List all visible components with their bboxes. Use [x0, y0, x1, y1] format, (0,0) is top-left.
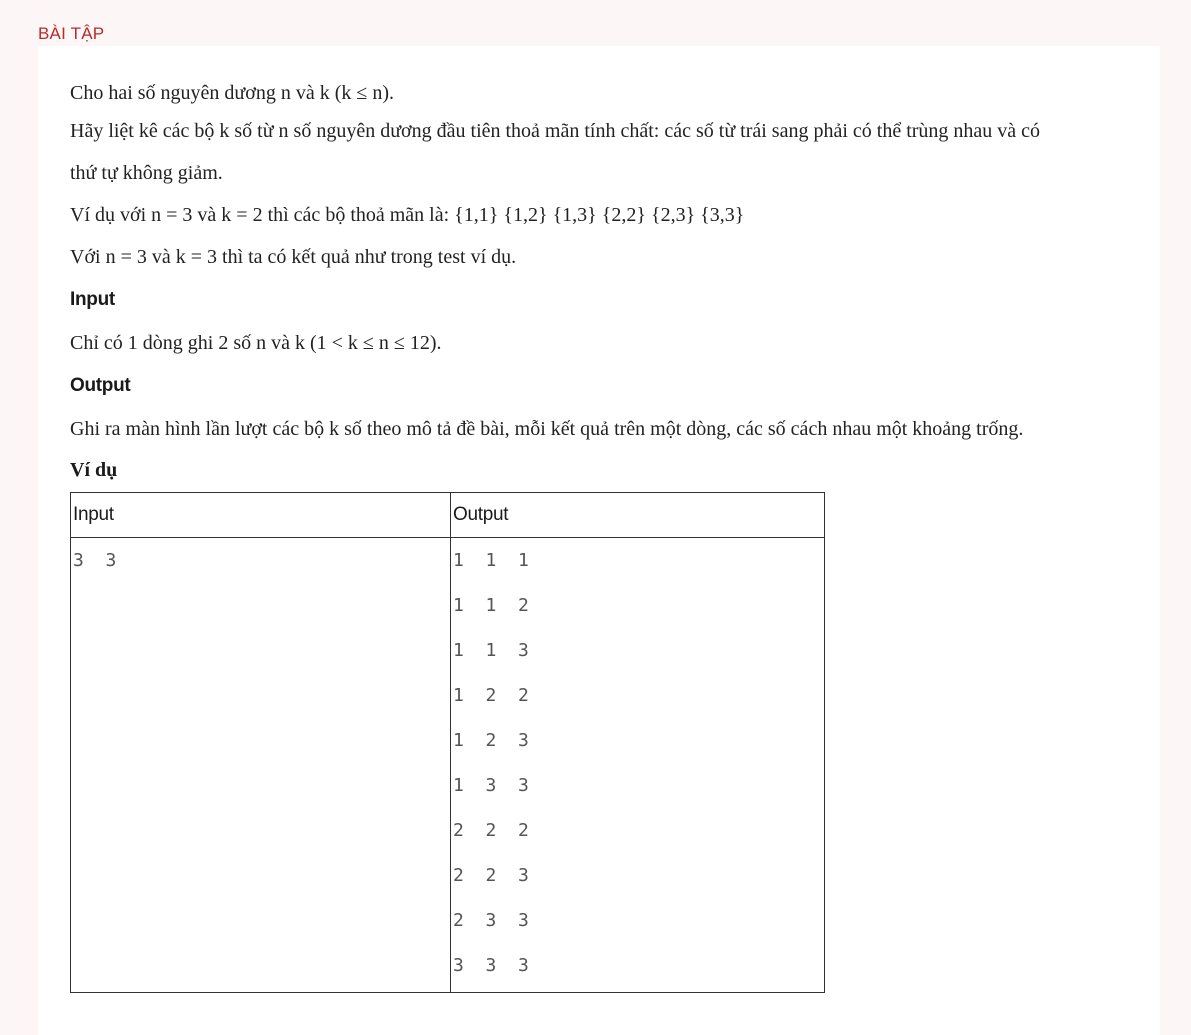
example-output-line: 1 1 3 [453, 640, 529, 661]
problem-example-note: Với n = 3 và k = 3 thì ta có kết quả như… [70, 246, 517, 268]
example-output-line: 1 1 2 [453, 595, 529, 616]
example-input-header: Input [70, 492, 451, 538]
example-heading: Ví dụ [70, 459, 118, 481]
input-description: Chỉ có 1 dòng ghi 2 số n và k (1 < k ≤ n… [70, 332, 442, 354]
problem-task-line2: thứ tự không giảm. [70, 162, 223, 184]
input-heading: Input [70, 289, 115, 310]
example-output-line: 1 3 3 [453, 775, 529, 796]
problem-intro: Cho hai số nguyên dương n và k (k ≤ n). [70, 82, 395, 104]
example-input-cell: 3 3 [70, 537, 451, 993]
example-output-line: 2 3 3 [453, 910, 529, 931]
example-table-header-row: Input Output [70, 492, 825, 538]
example-input-line: 3 3 [73, 550, 117, 571]
problem-task-line1: Hãy liệt kê các bộ k số từ n số nguyên d… [70, 120, 1041, 142]
example-output-header: Output [450, 492, 825, 538]
example-output-line: 1 1 1 [453, 550, 529, 571]
page: BÀI TẬP Cho hai số nguyên dương n và k (… [0, 0, 1191, 1035]
problem-content: Cho hai số nguyên dương n và k (k ≤ n). … [70, 76, 1140, 993]
example-table: Input Output 3 3 1 1 1 1 1 2 1 1 3 1 2 2… [70, 492, 825, 993]
output-heading: Output [70, 375, 131, 396]
example-output-line: 2 2 2 [453, 820, 529, 841]
example-output-line: 2 2 3 [453, 865, 529, 886]
problem-card: Cho hai số nguyên dương n và k (k ≤ n). … [38, 46, 1160, 1035]
problem-example-text: Ví dụ với n = 3 và k = 2 thì các bộ thoả… [70, 204, 745, 226]
example-output-cell: 1 1 1 1 1 2 1 1 3 1 2 2 1 2 3 1 3 3 2 2 … [450, 537, 825, 993]
section-title: BÀI TẬP [38, 24, 105, 43]
example-output-line: 3 3 3 [453, 955, 529, 976]
example-output-line: 1 2 2 [453, 685, 529, 706]
example-table-row: 3 3 1 1 1 1 1 2 1 1 3 1 2 2 1 2 3 1 3 3 … [70, 537, 825, 993]
output-description: Ghi ra màn hình lần lượt các bộ k số the… [70, 418, 1024, 440]
example-output-line: 1 2 3 [453, 730, 529, 751]
